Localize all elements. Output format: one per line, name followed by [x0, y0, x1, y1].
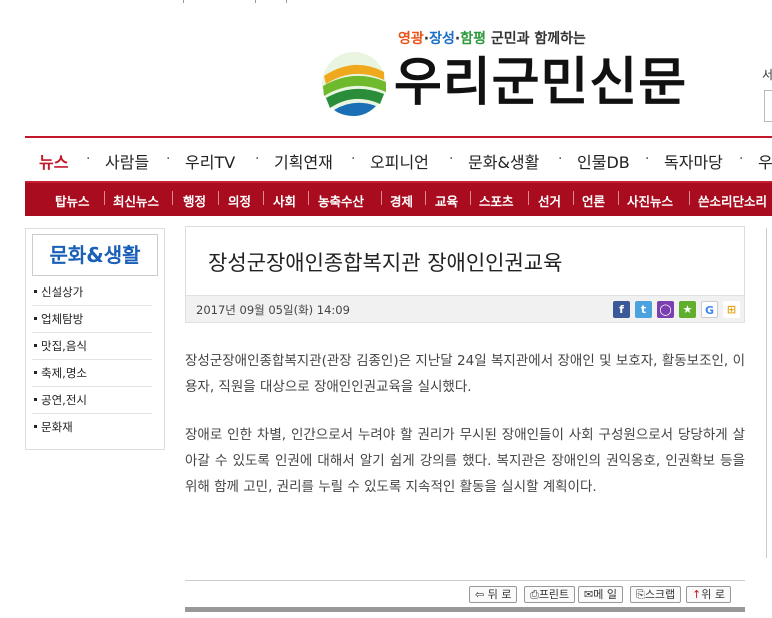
sidebar-item-label: 문화재 [41, 420, 73, 434]
main-nav-readers[interactable]: 독자마당 [664, 149, 723, 173]
sidebar-item-label: 맛집,음식 [41, 339, 87, 353]
bottom-bar [185, 607, 745, 612]
sub-nav-admin[interactable]: 행정 [183, 191, 206, 210]
sidebar-title: 문화&생활 [32, 234, 158, 276]
main-nav: 뉴스 · 사람들 · 우리TV · 기획연재 · 오피니언 · 문화&생활 · … [25, 136, 772, 182]
article-body: 장성군장애인종합복지관(관장 김종인)은 지난달 24일 복지관에서 장애인 및… [185, 348, 745, 522]
chat-icon[interactable]: ◯ [657, 301, 674, 318]
nav-separator: · [645, 151, 650, 167]
article-paragraph: 장성군장애인종합복지관(관장 김종인)은 지난달 24일 복지관에서 장애인 및… [185, 353, 745, 395]
sub-nav-latest[interactable]: 최신뉴스 [113, 191, 159, 210]
sidebar-item-heritage[interactable]: 문화재 [32, 414, 152, 440]
facebook-icon[interactable]: f [613, 301, 630, 318]
windows-icon[interactable]: ⊞ [723, 301, 740, 318]
main-nav-culture[interactable]: 문화&생활 [468, 149, 539, 173]
bullet-icon [34, 317, 37, 320]
scrap-icon: ⎘ [636, 588, 645, 601]
sub-nav-economy[interactable]: 경제 [390, 191, 413, 210]
nav-separator: · [166, 151, 171, 167]
article-paragraph: 장애로 인한 차별, 인간으로서 누려야 할 권리가 무시된 장애인들이 사회 … [185, 427, 745, 495]
main-nav-news[interactable]: 뉴스 [39, 149, 68, 173]
top-button[interactable]: ↑위 로 [686, 586, 731, 603]
sub-nav-election[interactable]: 선거 [538, 191, 561, 210]
header-side-fragment: 서 [762, 68, 772, 82]
email-button[interactable]: ✉메 일 [578, 586, 623, 603]
sub-nav-bitter-sweet[interactable]: 쓴소리단소리 [698, 191, 767, 210]
tagline-region-1: 영광 [398, 31, 424, 47]
back-button-label: 뒤 로 [487, 588, 512, 601]
tagline-region-2: 장성 [429, 31, 455, 47]
nav-separator: · [351, 151, 356, 167]
google-icon[interactable]: G [701, 301, 718, 318]
sidebar-item-festivals[interactable]: 축제,명소 [32, 360, 152, 387]
bullet-icon [34, 344, 37, 347]
email-button-label: 메 일 [593, 588, 617, 601]
twitter-icon[interactable]: t [635, 301, 652, 318]
mail-icon: ✉ [584, 588, 594, 601]
nav-separator: · [86, 151, 91, 167]
print-button-label: 프린트 [538, 588, 570, 601]
article-title-box: 장성군장애인종합복지관 장애인인권교육 [185, 226, 745, 296]
sidebar-item-label: 축제,명소 [41, 366, 87, 380]
main-nav-opinion[interactable]: 오피니언 [370, 149, 429, 173]
article-date: 2017년 09월 05일(화) 14:09 [196, 303, 350, 317]
sidebar: 문화&생활 신설상가 업체탐방 맛집,음식 축제,명소 공연,전시 문화재 [25, 228, 165, 450]
article-divider [185, 580, 745, 581]
bullet-icon [34, 290, 37, 293]
article-meta-bar: 2017년 09월 05일(화) 14:09 f t ◯ ★ G ⊞ [185, 295, 745, 323]
nav-separator: · [255, 151, 260, 167]
sub-nav-agriculture[interactable]: 농축수산 [318, 191, 364, 210]
logo-tagline: 영광·장성·함평 군민과 함께하는 [398, 28, 586, 48]
print-button[interactable]: ⎙프린트 [524, 586, 576, 603]
star-icon[interactable]: ★ [679, 301, 696, 318]
top-divider [255, 0, 256, 3]
scrap-button[interactable]: ⎘스크랩 [630, 586, 682, 603]
sub-nav-council[interactable]: 의정 [228, 191, 251, 210]
main-nav-more[interactable]: 우 [758, 149, 772, 173]
article-title: 장성군장애인종합복지관 장애인인권교육 [208, 251, 563, 275]
sidebar-item-restaurants[interactable]: 맛집,음식 [32, 333, 152, 360]
sidebar-item-performances[interactable]: 공연,전시 [32, 387, 152, 414]
sidebar-item-new-stores[interactable]: 신설상가 [32, 279, 152, 306]
main-nav-series[interactable]: 기획연재 [274, 149, 333, 173]
top-divider [183, 0, 184, 3]
sub-nav: 탑뉴스 최신뉴스 행정 의정 사회 농축수산 경제 교육 스포츠 선거 언론 사… [25, 181, 772, 216]
tagline-rest: 군민과 함께하는 [490, 31, 586, 47]
main-nav-people[interactable]: 사람들 [105, 149, 149, 173]
up-arrow-icon: ↑ [692, 588, 702, 601]
nav-separator: · [449, 151, 454, 167]
logo-mark-icon [322, 52, 386, 116]
right-column-edge [766, 228, 772, 558]
back-button[interactable]: ⇦ 뒤 로 [469, 586, 518, 603]
site-logo[interactable]: 영광·장성·함평 군민과 함께하는 우리군민신문 [318, 24, 718, 119]
sub-nav-society[interactable]: 사회 [273, 191, 296, 210]
bullet-icon [34, 398, 37, 401]
top-strip [0, 0, 772, 8]
sub-nav-sports[interactable]: 스포츠 [479, 191, 514, 210]
nav-separator: · [739, 151, 744, 167]
bullet-icon [34, 425, 37, 428]
tagline-region-3: 함평 [460, 31, 486, 47]
top-divider [286, 0, 287, 3]
sidebar-item-label: 업체탐방 [41, 312, 84, 326]
sub-nav-top-news[interactable]: 탑뉴스 [55, 191, 90, 210]
top-button-label: 위 로 [701, 588, 725, 601]
scrap-button-label: 스크랩 [644, 588, 676, 601]
sub-nav-education[interactable]: 교육 [435, 191, 458, 210]
sidebar-item-label: 공연,전시 [41, 393, 87, 407]
sidebar-item-business-visit[interactable]: 업체탐방 [32, 306, 152, 333]
main-nav-people-db[interactable]: 인물DB [577, 149, 630, 173]
print-icon: ⎙ [530, 588, 539, 601]
sub-nav-media[interactable]: 언론 [582, 191, 605, 210]
nav-separator: · [558, 151, 563, 167]
main-nav-uri-tv[interactable]: 우리TV [185, 149, 235, 173]
bullet-icon [34, 371, 37, 374]
sidebar-item-label: 신설상가 [41, 285, 84, 299]
header-side-box[interactable] [764, 90, 772, 122]
logo-wordmark: 우리군민신문 [394, 53, 688, 113]
sub-nav-photo-news[interactable]: 사진뉴스 [627, 191, 673, 210]
back-arrow-icon: ⇦ [475, 588, 485, 601]
